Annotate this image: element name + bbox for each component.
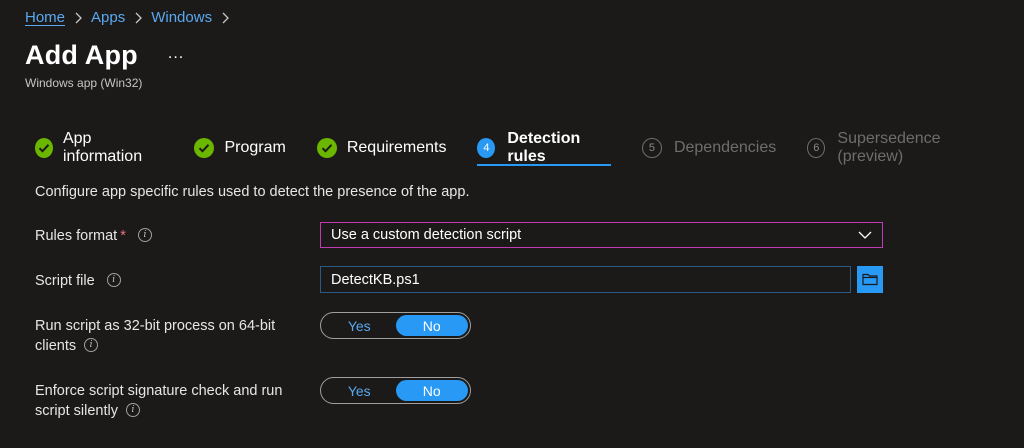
run-32bit-yes-option[interactable]: Yes [323,315,396,336]
step-app-information[interactable]: App information [35,130,163,165]
rules-format-label-text: Rules format [35,228,118,244]
breadcrumb-windows-link[interactable]: Windows [151,9,212,26]
step-label: App information [62,130,143,165]
step-number: 6 [807,138,826,158]
run-32bit-label-line1: Run script as 32-bit process on 64-bit [35,318,276,334]
breadcrumb-home-link[interactable]: Home [25,9,65,26]
step-requirements[interactable]: Requirements [316,133,447,163]
page-title: Add App [25,40,138,70]
info-icon[interactable]: i [84,338,99,353]
checkmark-circle-icon [35,138,53,158]
chevron-right-icon [221,12,229,24]
rules-format-dropdown[interactable]: Use a custom detection script [320,222,883,248]
checkmark-circle-icon [194,138,215,158]
info-icon[interactable]: i [126,403,140,418]
checkmark-circle-icon [316,138,337,158]
step-supersedence[interactable]: 6 Supersedence (preview) [807,130,993,165]
rules-format-value: Use a custom detection script [331,227,522,243]
script-file-label: Script file i [35,271,121,291]
breadcrumb: Home Apps Windows [25,9,238,26]
info-icon[interactable]: i [137,228,152,243]
step-label: Supersedence (preview) [837,130,941,165]
step-label: Requirements [346,139,447,156]
step-label: Detection rules [507,130,581,165]
run-32bit-no-option[interactable]: No [395,315,468,336]
enforce-signature-label-line1: Enforce script signature check and run [35,383,283,399]
script-file-label-text: Script file [35,273,95,289]
step-number: 4 [477,138,496,158]
chevron-down-icon [858,231,872,239]
step-dependencies[interactable]: 5 Dependencies [641,133,777,163]
enforce-signature-label-line2: script silently [35,403,118,419]
rules-format-label: Rules format * i [35,226,152,246]
step-detection-rules[interactable]: 4 Detection rules [477,130,612,166]
step-number: 5 [641,138,662,158]
run-32bit-label: Run script as 32-bit process on 64-bit c… [35,316,275,356]
enforce-signature-yes-option[interactable]: Yes [323,380,396,401]
breadcrumb-apps-link[interactable]: Apps [91,9,125,26]
run-32bit-toggle[interactable]: Yes No [320,312,471,339]
form-description: Configure app specific rules used to det… [35,184,470,200]
page-subtitle: Windows app (Win32) [25,76,143,90]
step-program[interactable]: Program [194,133,286,163]
chevron-right-icon [74,12,82,24]
script-file-value: DetectKB.ps1 [331,271,420,288]
info-icon[interactable]: i [106,273,121,288]
step-label: Program [224,139,286,156]
chevron-right-icon [134,12,143,24]
title-row: Add App ... [25,40,184,71]
more-options-button[interactable]: ... [168,45,184,63]
browse-file-button[interactable] [857,266,883,293]
run-32bit-label-line2: clients [35,338,77,354]
wizard-steps: App information Program Requirements 4 D… [35,130,1024,166]
enforce-signature-no-option[interactable]: No [395,380,468,401]
script-file-input[interactable]: DetectKB.ps1 [320,266,851,293]
step-label: Dependencies [673,139,777,156]
enforce-signature-label: Enforce script signature check and run s… [35,381,282,421]
folder-icon [862,273,878,286]
required-mark: * [120,228,126,244]
enforce-signature-toggle[interactable]: Yes No [320,377,471,404]
